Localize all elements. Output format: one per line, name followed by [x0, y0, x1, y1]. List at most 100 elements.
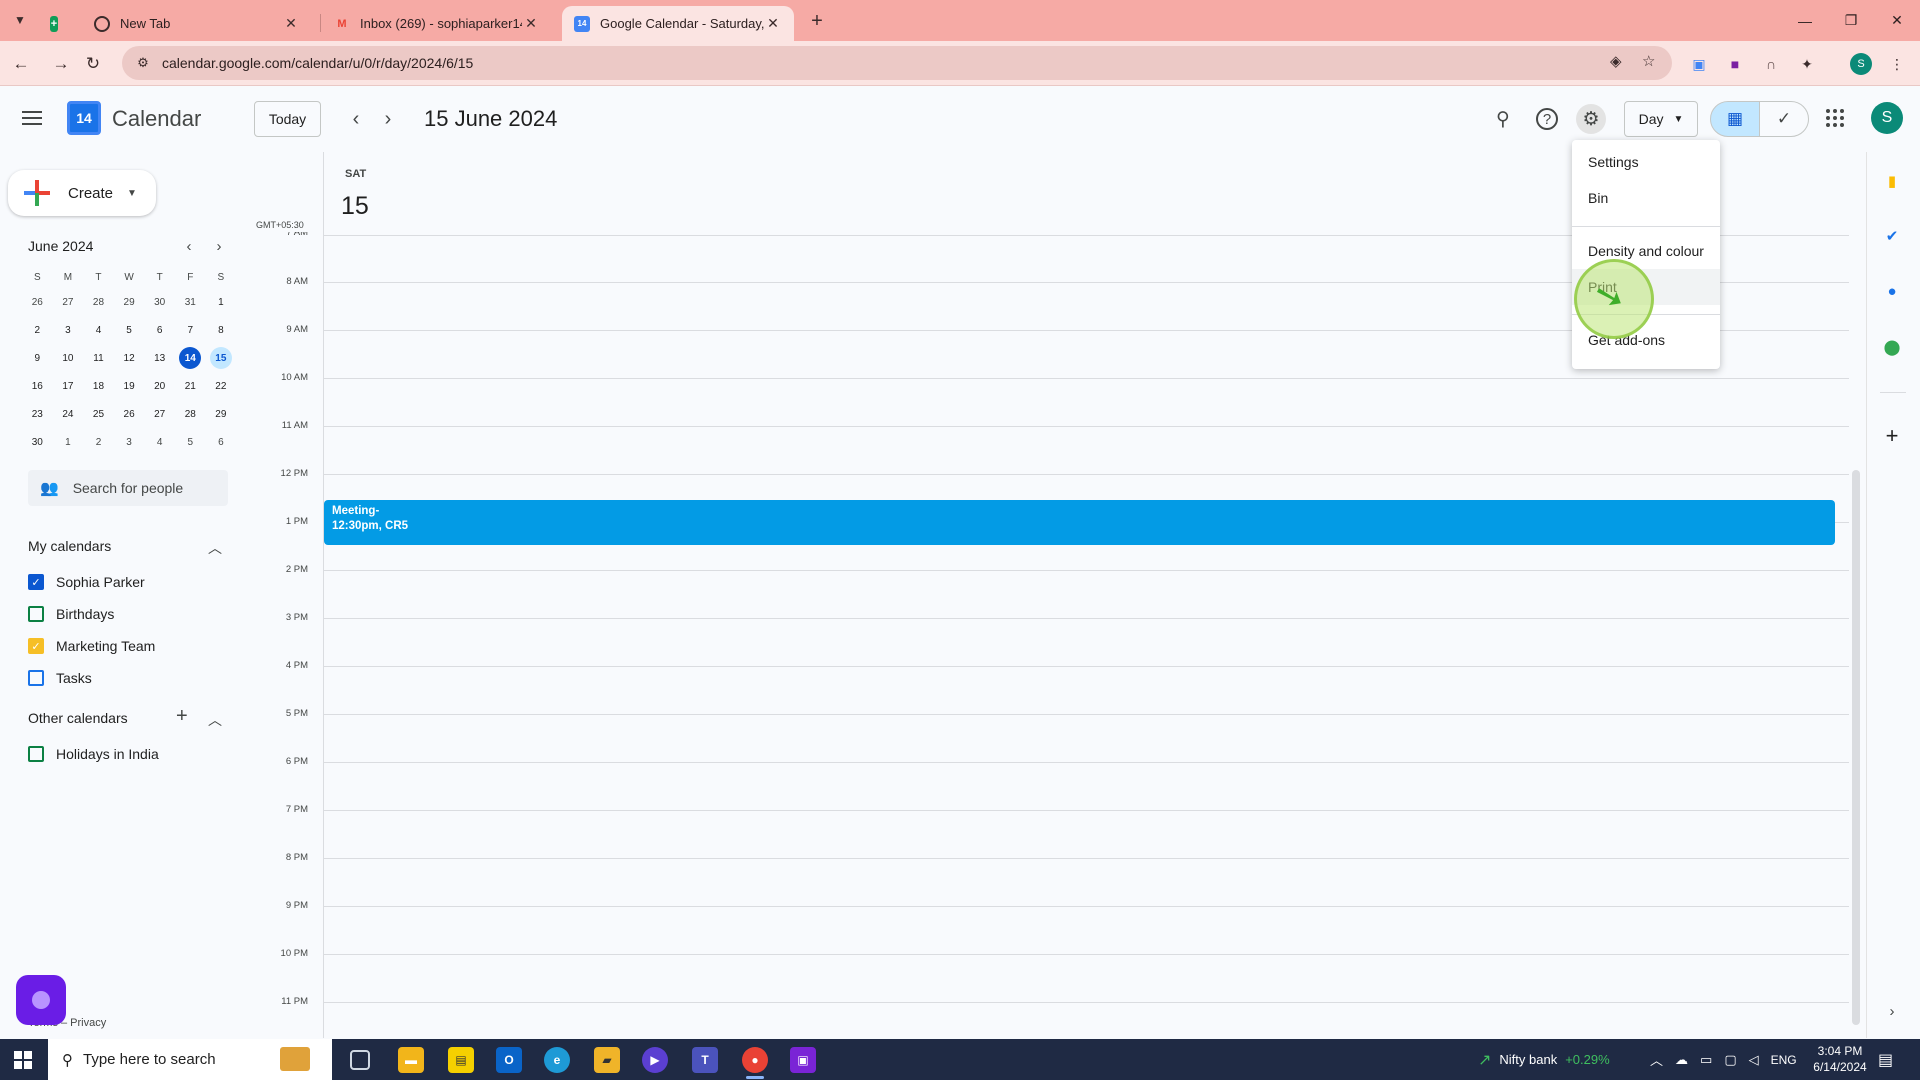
maps-icon[interactable]: ⬤	[1881, 336, 1903, 358]
windows-start-icon[interactable]	[14, 1051, 32, 1069]
file-explorer-icon[interactable]: ▬	[398, 1047, 424, 1073]
back-button[interactable]: ←	[6, 49, 36, 79]
mini-calendar-day[interactable]: 31	[175, 288, 206, 316]
other-calendars-heading[interactable]: Other calendars	[28, 710, 128, 726]
tab-search-dropdown[interactable]: ▼	[8, 8, 32, 32]
mini-calendar-day[interactable]: 17	[53, 372, 84, 400]
calendar-view-toggle[interactable]: ▦	[1710, 101, 1760, 137]
mini-calendar-day[interactable]: 26	[22, 288, 53, 316]
search-icon[interactable]: ⚲	[1488, 104, 1518, 134]
close-window-button[interactable]: ✕	[1874, 0, 1920, 41]
mini-calendar-day[interactable]: 1	[53, 428, 84, 456]
mini-calendar-day[interactable]: 24	[53, 400, 84, 428]
next-period-button[interactable]: ›	[374, 105, 402, 133]
mini-calendar-day[interactable]: 23	[22, 400, 53, 428]
mini-calendar-day[interactable]: 10	[53, 344, 84, 372]
chevron-right-icon[interactable]: ›	[1881, 1000, 1903, 1022]
calendar-item[interactable]: ✓ Marketing Team	[28, 634, 155, 658]
mini-calendar-day[interactable]: 12	[114, 344, 145, 372]
create-button[interactable]: Create ▼	[8, 170, 156, 216]
edge-icon[interactable]: e	[544, 1047, 570, 1073]
extensions-puzzle-icon[interactable]: ✦	[1796, 53, 1818, 75]
calendar-item[interactable]: Birthdays	[28, 602, 114, 626]
chevron-up-icon[interactable]: ︿	[208, 538, 222, 558]
mini-calendar-day[interactable]: 18	[83, 372, 114, 400]
task-view-icon[interactable]	[350, 1050, 370, 1070]
mini-calendar-day[interactable]: 3	[114, 428, 145, 456]
network-icon[interactable]: ▢	[1724, 1052, 1736, 1068]
mini-calendar-day[interactable]: 29	[114, 288, 145, 316]
battery-icon[interactable]: ▭	[1700, 1052, 1712, 1068]
mini-calendar-day[interactable]: 8	[206, 316, 237, 344]
add-calendar-icon[interactable]: +	[176, 705, 188, 728]
chrome-taskbar-icon[interactable]: ●	[742, 1047, 768, 1079]
mini-calendar-day[interactable]: 9	[22, 344, 53, 372]
forward-button[interactable]: →	[46, 49, 76, 79]
mini-calendar-day[interactable]: 14	[175, 344, 206, 372]
mini-calendar-day[interactable]: 27	[53, 288, 84, 316]
mini-next-month-button[interactable]: ›	[209, 236, 229, 256]
mini-calendar-day[interactable]: 27	[144, 400, 175, 428]
my-calendars-heading[interactable]: My calendars	[28, 538, 111, 554]
files-app-icon[interactable]: ▰	[594, 1047, 620, 1073]
mini-calendar-day[interactable]: 2	[83, 428, 114, 456]
sticky-notes-icon[interactable]: ▤	[448, 1047, 474, 1073]
mini-calendar-day[interactable]: 29	[206, 400, 237, 428]
calendar-checkbox[interactable]	[28, 670, 44, 686]
reload-button[interactable]: ↻	[78, 49, 108, 79]
get-addons-plus-icon[interactable]: +	[1881, 423, 1903, 448]
mini-calendar-day[interactable]: 4	[144, 428, 175, 456]
mini-calendar-day[interactable]: 3	[53, 316, 84, 344]
tab-sheets[interactable]: +	[44, 6, 74, 41]
calendar-item[interactable]: ✓ Sophia Parker	[28, 570, 145, 594]
stock-widget[interactable]: ↗ Nifty bank +0.29%	[1478, 1039, 1610, 1080]
minimize-button[interactable]: —	[1782, 0, 1828, 41]
mini-calendar-day[interactable]: 30	[144, 288, 175, 316]
bookmark-star-icon[interactable]: ☆	[1642, 52, 1655, 70]
mini-calendar-day[interactable]: 16	[22, 372, 53, 400]
tab-calendar[interactable]: 14 Google Calendar - Saturday, 15 ✕	[562, 6, 794, 41]
browser-menu-icon[interactable]: ⋮	[1886, 53, 1908, 75]
keep-icon[interactable]: ▮	[1881, 170, 1903, 192]
outlook-icon[interactable]: O	[496, 1047, 522, 1073]
menu-item-settings[interactable]: Settings	[1572, 144, 1720, 180]
taskbar-search-box[interactable]: ⚲ Type here to search	[48, 1039, 332, 1080]
tasks-view-toggle[interactable]: ✓	[1759, 101, 1809, 137]
restore-button[interactable]: ❐	[1828, 0, 1874, 41]
taskbar-app-icon[interactable]: ▣	[790, 1047, 816, 1073]
account-avatar[interactable]: S	[1871, 102, 1903, 134]
calendar-checkbox[interactable]: ✓	[28, 574, 44, 590]
mini-calendar-day[interactable]: 13	[144, 344, 175, 372]
mini-calendar-day[interactable]: 26	[114, 400, 145, 428]
view-select[interactable]: Day ▼	[1624, 101, 1698, 137]
extension-docs-icon[interactable]: ▣	[1688, 53, 1710, 75]
profile-avatar[interactable]: S	[1850, 53, 1872, 75]
menu-item-bin[interactable]: Bin	[1572, 180, 1720, 216]
onedrive-icon[interactable]: ☁	[1675, 1052, 1688, 1068]
previous-period-button[interactable]: ‹	[342, 105, 370, 133]
mini-calendar-day[interactable]: 15	[206, 344, 237, 372]
close-icon[interactable]: ✕	[282, 15, 300, 32]
teams-icon[interactable]: T	[692, 1047, 718, 1073]
site-info-icon[interactable]: ⚙	[128, 55, 158, 71]
help-icon[interactable]: ?	[1536, 108, 1558, 130]
lens-icon[interactable]: ◈	[1610, 52, 1622, 70]
clock[interactable]: 3:04 PM 6/14/2024	[1800, 1043, 1880, 1075]
chevron-up-icon[interactable]: ︿	[1650, 1050, 1663, 1069]
main-menu-icon[interactable]	[20, 107, 44, 131]
volume-icon[interactable]: ◁	[1749, 1052, 1759, 1068]
mini-calendar-day[interactable]: 2	[22, 316, 53, 344]
tab-gmail[interactable]: M Inbox (269) - sophiaparker14oc ✕	[322, 6, 552, 41]
mini-calendar-day[interactable]: 11	[83, 344, 114, 372]
calendar-checkbox[interactable]	[28, 746, 44, 762]
search-people-field[interactable]: 👥 Search for people	[28, 470, 228, 506]
mini-calendar-day[interactable]: 6	[144, 316, 175, 344]
language-indicator[interactable]: ENG	[1771, 1053, 1797, 1067]
assistant-launcher-button[interactable]	[16, 975, 66, 1025]
mini-calendar-day[interactable]: 5	[114, 316, 145, 344]
media-player-icon[interactable]: ▶	[642, 1047, 668, 1073]
chevron-up-icon[interactable]: ︿	[208, 710, 222, 730]
day-number[interactable]: 15	[341, 192, 369, 221]
mini-calendar-day[interactable]: 5	[175, 428, 206, 456]
calendar-checkbox[interactable]	[28, 606, 44, 622]
